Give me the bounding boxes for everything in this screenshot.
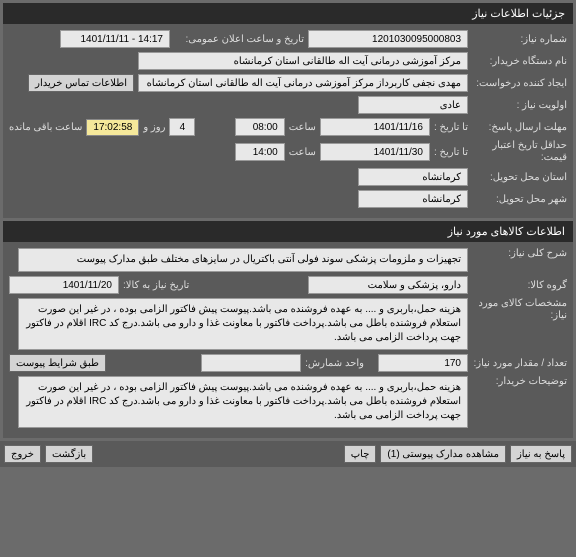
deadline-time-label: ساعت: [289, 122, 316, 133]
back-button[interactable]: بازگشت: [45, 445, 93, 463]
qty-label: تعداد / مقدار مورد نیاز:: [472, 358, 567, 369]
unit-label: واحد شمارش:: [305, 358, 364, 369]
days-label: روز و: [143, 122, 165, 133]
unit-value: [201, 354, 301, 372]
validity-to-label: تا تاریخ :: [434, 147, 468, 158]
priority-value: عادی: [358, 96, 468, 114]
spec-value: هزینه حمل،باربری و .... به عهده فروشنده …: [18, 298, 468, 350]
days-count-value: 4: [169, 118, 195, 136]
need-number-value: 1201030095000803: [308, 30, 468, 48]
desc-label: شرح کلی نیاز:: [472, 248, 567, 259]
deadline-to-label: تا تاریخ :: [434, 122, 468, 133]
validity-time-value: 14:00: [235, 143, 285, 161]
validity-date-value: 1401/11/30: [320, 143, 430, 161]
announce-date-value: 14:17 - 1401/11/11: [60, 30, 170, 48]
panel-title-details: جزئیات اطلاعات نیاز: [3, 3, 573, 24]
priority-label: اولویت نیاز :: [472, 100, 567, 111]
need-date-label: تاریخ نیاز به کالا:: [123, 280, 189, 291]
device-name-label: نام دستگاه خریدار:: [472, 56, 567, 67]
deadline-date-value: 1401/11/16: [320, 118, 430, 136]
deadline-time-value: 08:00: [235, 118, 285, 136]
remaining-time-value: 17:02:58: [86, 119, 139, 136]
delivery-province-value: کرمانشاه: [358, 168, 468, 186]
validity-time-label: ساعت: [289, 147, 316, 158]
terms-attachment-button[interactable]: طبق شرایط پیوست: [9, 354, 106, 372]
exit-button[interactable]: خروج: [4, 445, 41, 463]
remaining-label: ساعت باقی مانده: [9, 122, 82, 133]
group-value: دارو، پزشکی و سلامت: [308, 276, 468, 294]
requester-label: ایجاد کننده درخواست:: [472, 78, 567, 89]
buyer-notes-value: هزینه حمل،باربری و .... به عهده فروشنده …: [18, 376, 468, 428]
announce-date-label: تاریخ و ساعت اعلان عمومی:: [174, 34, 304, 45]
desc-value: تجهیزات و ملزومات پزشکی سوند فولی آنتی ب…: [18, 248, 468, 272]
delivery-city-label: شهر محل تحویل:: [472, 194, 567, 205]
contact-buyer-button[interactable]: اطلاعات تماس خریدار: [28, 74, 134, 92]
qty-value: 170: [378, 354, 468, 372]
need-number-label: شماره نیاز:: [472, 34, 567, 45]
spec-label: مشخصات کالای مورد نیاز:: [472, 298, 567, 322]
need-date-value: 1401/11/20: [9, 276, 119, 294]
print-button[interactable]: چاپ: [344, 445, 377, 463]
device-name-value: مرکز آموزشی درمانی آیت اله طالقانی استان…: [138, 52, 468, 70]
buyer-notes-label: توضیحات خریدار:: [472, 376, 567, 387]
delivery-province-label: استان محل تحویل:: [472, 172, 567, 183]
delivery-city-value: کرمانشاه: [358, 190, 468, 208]
group-label: گروه کالا:: [472, 280, 567, 291]
validity-label: حداقل تاریخ اعتبار قیمت:: [472, 140, 567, 164]
panel-title-goods: اطلاعات کالاهای مورد نیاز: [3, 221, 573, 242]
attachments-button[interactable]: مشاهده مدارک پیوستی (1): [380, 445, 506, 463]
deadline-send-label: مهلت ارسال پاسخ:: [472, 122, 567, 133]
respond-button[interactable]: پاسخ به نیاز: [510, 445, 572, 463]
requester-value: مهدی نجفی کاربرداز مرکز آموزشی درمانی آی…: [138, 74, 468, 92]
